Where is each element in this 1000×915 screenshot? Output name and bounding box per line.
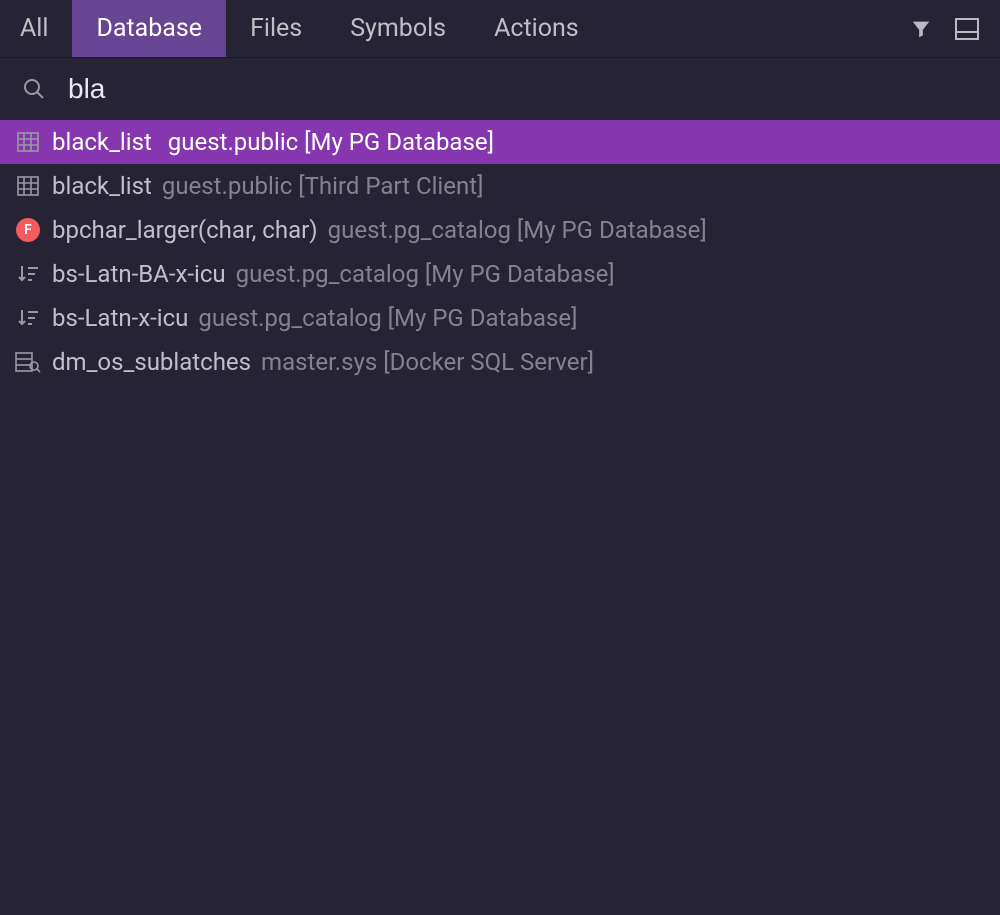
sort-icon — [14, 304, 42, 332]
result-name: bs-Latn-BA-x-icu — [52, 260, 226, 288]
result-name: bs-Latn-x-icu — [52, 304, 188, 332]
result-name: black_list — [52, 172, 152, 200]
tab-actions[interactable]: Actions — [470, 0, 603, 57]
table-icon — [14, 128, 42, 156]
tab-label: Actions — [494, 14, 579, 43]
result-row[interactable]: bs-Latn-x-icu guest.pg_catalog [My PG Dat… — [0, 296, 1000, 340]
result-row[interactable]: black_list guest.public [My PG Database] — [0, 120, 1000, 164]
tab-files[interactable]: Files — [226, 0, 326, 57]
result-meta: guest.public [My PG Database] — [168, 128, 494, 156]
result-row[interactable]: black_list guest.public [Third Part Clien… — [0, 164, 1000, 208]
tab-spacer — [603, 0, 898, 57]
tab-symbols[interactable]: Symbols — [326, 0, 470, 57]
tab-label: Database — [96, 14, 202, 43]
tab-label: Symbols — [350, 14, 446, 43]
tab-all[interactable]: All — [4, 0, 72, 57]
result-row[interactable]: bs-Latn-BA-x-icu guest.pg_catalog [My PG … — [0, 252, 1000, 296]
result-meta: guest.pg_catalog [My PG Database] — [328, 216, 707, 244]
tab-database[interactable]: Database — [72, 0, 226, 57]
result-name: bpchar_larger(char, char) — [52, 216, 318, 244]
result-row[interactable]: Fbpchar_larger(char, char) guest.pg_catal… — [0, 208, 1000, 252]
filter-button[interactable] — [898, 0, 944, 57]
result-row[interactable]: dm_os_sublatches master.sys [Docker SQL S… — [0, 340, 1000, 384]
sort-icon — [14, 260, 42, 288]
function-icon: F — [14, 216, 42, 244]
tab-label: All — [20, 14, 48, 43]
result-meta: master.sys [Docker SQL Server] — [261, 348, 594, 376]
panel-icon — [955, 18, 979, 40]
search-input[interactable] — [68, 73, 982, 105]
result-sep — [152, 128, 158, 156]
view-icon — [14, 348, 42, 376]
result-meta: guest.pg_catalog [My PG Database] — [198, 304, 577, 332]
result-name: black_list — [52, 128, 152, 156]
result-meta: guest.public [Third Part Client] — [162, 172, 484, 200]
panel-button[interactable] — [944, 0, 990, 57]
results-list: black_list guest.public [My PG Database]… — [0, 120, 1000, 384]
result-meta: guest.pg_catalog [My PG Database] — [236, 260, 615, 288]
result-name: dm_os_sublatches — [52, 348, 251, 376]
search-row — [0, 58, 1000, 120]
table-icon — [14, 172, 42, 200]
search-icon — [22, 77, 46, 101]
tab-label: Files — [250, 14, 302, 43]
tab-bar: All Database Files Symbols Actions — [0, 0, 1000, 58]
filter-icon — [910, 18, 932, 40]
